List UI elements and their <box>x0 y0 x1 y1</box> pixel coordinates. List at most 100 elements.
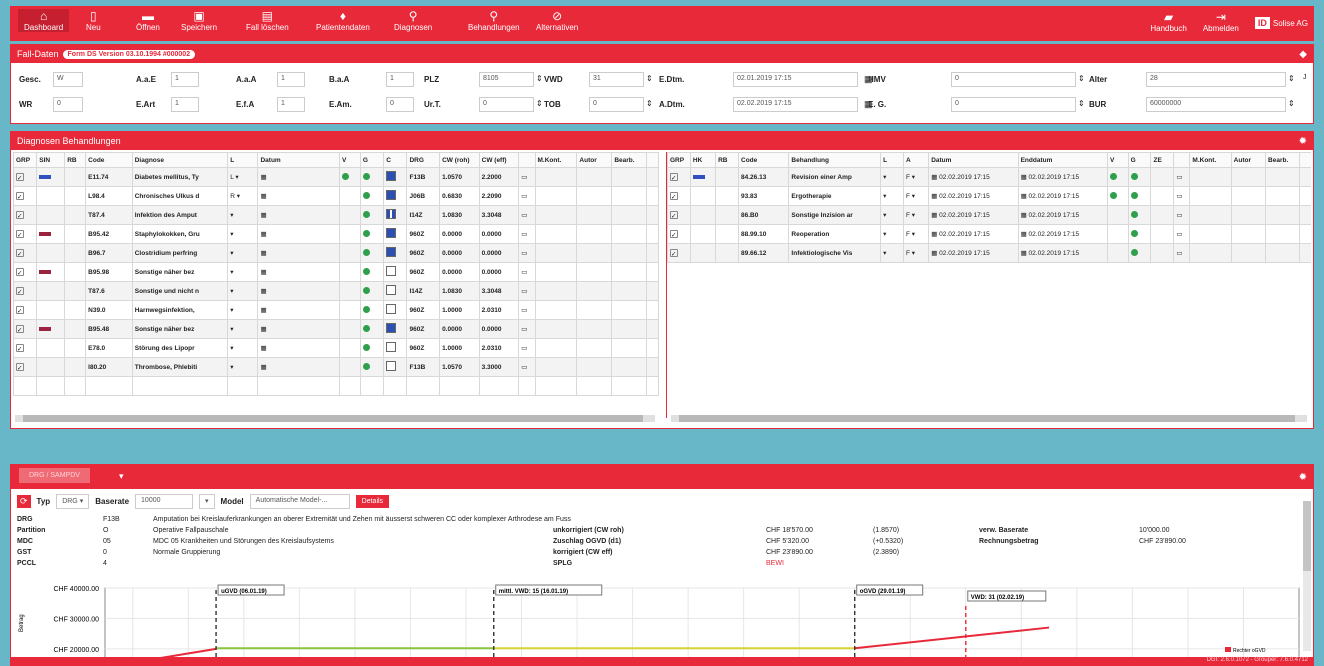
category-box[interactable] <box>386 361 397 371</box>
category-box[interactable] <box>386 190 397 200</box>
calendar-icon[interactable]: ▦ <box>260 364 266 371</box>
column-header[interactable]: RB <box>715 152 740 168</box>
diagnosis-row[interactable]: ✓ E78.0 Störung des Lipopr ▾ ▦ 960Z 1.0000 2.0… <box>13 338 659 358</box>
calendar-icon[interactable]: ▦ <box>260 269 266 276</box>
calendar-icon[interactable]: ▦ <box>931 193 937 200</box>
diagnosis-row[interactable]: ✓ T87.6 Sonstige und nicht n ▾ ▦ I14Z 1.0830 3… <box>13 281 659 301</box>
calendar-icon[interactable]: ▦ <box>1021 193 1027 200</box>
column-header[interactable]: CW (roh) <box>439 152 480 168</box>
comment-icon[interactable]: ▭ <box>521 231 527 238</box>
comment-icon[interactable]: ▭ <box>521 250 527 257</box>
field-input[interactable]: W <box>53 72 83 87</box>
column-header[interactable]: HK <box>689 152 717 168</box>
details-button[interactable]: Details <box>355 495 390 508</box>
calendar-icon[interactable]: ▦ <box>931 250 937 257</box>
add-tab-icon[interactable]: ▾ <box>119 471 124 482</box>
comment-icon[interactable]: ▭ <box>1176 174 1182 181</box>
calendar-icon[interactable]: ▦ <box>260 307 266 314</box>
column-header[interactable]: Behandlung <box>788 152 882 168</box>
checkbox[interactable]: ✓ <box>670 229 678 239</box>
column-header[interactable]: L <box>227 152 259 168</box>
baserate-dropdown-icon[interactable]: ▾ <box>199 494 215 509</box>
column-header[interactable]: L <box>880 152 904 168</box>
model-select[interactable]: Automatische Model-... <box>249 494 350 509</box>
field-input[interactable]: 1 <box>171 72 199 87</box>
column-header[interactable]: M.Kont. <box>1189 152 1232 168</box>
treatment-row[interactable]: ✓ 84.26.13 Revision einer Amp ▾ F ▾ ▦ 02.02.2… <box>667 167 1311 187</box>
checkbox[interactable]: ✓ <box>16 172 24 182</box>
checkbox[interactable]: ✓ <box>16 229 24 239</box>
column-header[interactable]: V <box>338 152 361 168</box>
calendar-icon[interactable]: ▦ <box>260 174 266 181</box>
column-header[interactable]: GRP <box>667 152 691 168</box>
comment-icon[interactable]: ▭ <box>1176 231 1182 238</box>
checkbox[interactable]: ✓ <box>670 191 678 201</box>
calendar-icon[interactable]: ▦ <box>260 326 266 333</box>
calendar-icon[interactable]: ▦ <box>1021 212 1027 219</box>
category-box[interactable] <box>386 342 397 352</box>
treatment-row[interactable]: ✓ 89.66.12 Infektiologische Vis ▾ F ▾ ▦ 02.02… <box>667 243 1311 263</box>
nav-save-button[interactable]: ▣ Speichern <box>175 9 223 32</box>
checkbox[interactable]: ✓ <box>16 343 24 353</box>
calendar-icon[interactable]: ▦ <box>260 193 266 200</box>
treatments-scrollbar[interactable] <box>671 415 1307 422</box>
checkbox[interactable]: ✓ <box>16 248 24 258</box>
comment-icon[interactable]: ▭ <box>1176 193 1182 200</box>
checkbox[interactable]: ✓ <box>16 362 24 372</box>
age-unit-select[interactable]: J <box>1303 74 1307 81</box>
type-select[interactable]: DRG ▾ <box>56 494 90 509</box>
field-input[interactable]: 02.01.2019 17:15 <box>733 72 858 87</box>
stepper-icon[interactable]: ⇕ <box>1078 74 1085 83</box>
checkbox[interactable]: ✓ <box>16 324 24 334</box>
comment-icon[interactable]: ▭ <box>521 345 527 352</box>
logout-button[interactable]: ⇥ Abmelden <box>1203 10 1239 33</box>
column-header[interactable]: G <box>359 152 385 168</box>
treatment-row[interactable]: ✓ 88.99.10 Reoperation ▾ F ▾ ▦ 02.02.2019 17:… <box>667 224 1311 244</box>
nav-search-button[interactable]: ⚲ Behandlungen <box>462 9 526 32</box>
field-input[interactable]: 0 <box>589 97 644 112</box>
diagnoses-scrollbar[interactable] <box>15 415 655 422</box>
category-box[interactable] <box>386 209 397 219</box>
checkbox[interactable]: ✓ <box>16 305 24 315</box>
field-input[interactable]: 1 <box>171 97 199 112</box>
refresh-icon[interactable]: ⟳ <box>17 495 31 508</box>
diagnosis-row[interactable]: ✓ T87.4 Infektion des Amput ▾ ▦ I14Z 1.0830 3.… <box>13 205 659 225</box>
nav-new-document-button[interactable]: ▯ Neu <box>80 9 107 32</box>
field-input[interactable]: 0 <box>479 97 534 112</box>
treatment-row[interactable]: ✓ 86.B0 Sonstige Inzision ar ▾ F ▾ ▦ 02.02.20… <box>667 205 1311 225</box>
column-header[interactable]: M.Kont. <box>534 152 578 168</box>
field-input[interactable]: 8105 <box>479 72 534 87</box>
calendar-icon[interactable]: ▦ <box>931 212 937 219</box>
comment-icon[interactable]: ▭ <box>521 212 527 219</box>
field-input[interactable]: 60000000 <box>1146 97 1286 112</box>
column-header[interactable]: DRG <box>406 152 441 168</box>
nav-person-button[interactable]: ♦ Patientendaten <box>310 9 376 32</box>
baserate-input[interactable]: 10000 <box>135 494 194 509</box>
settings-icon[interactable]: ✹ <box>1299 472 1307 483</box>
column-header[interactable] <box>1299 152 1311 168</box>
tag-icon[interactable]: ◆ <box>1299 49 1307 60</box>
comment-icon[interactable]: ▭ <box>521 174 527 181</box>
nav-trash-button[interactable]: ▤ Fall löschen <box>240 9 295 32</box>
checkbox[interactable]: ✓ <box>16 191 24 201</box>
calendar-icon[interactable]: ▦ <box>1021 174 1027 181</box>
calendar-icon[interactable]: ▦ <box>260 250 266 257</box>
checkbox[interactable]: ✓ <box>16 286 24 296</box>
calendar-icon[interactable]: ▦ <box>931 231 937 238</box>
settings-icon[interactable]: ✹ <box>1299 136 1307 147</box>
field-input[interactable]: 0 <box>951 97 1076 112</box>
comment-icon[interactable]: ▭ <box>1176 212 1182 219</box>
stepper-icon[interactable]: ⇕ <box>646 99 653 108</box>
column-header[interactable]: SIN <box>36 152 66 168</box>
treatment-row[interactable]: ✓ 93.83 Ergotherapie ▾ F ▾ ▦ 02.02.2019 17:15… <box>667 186 1311 206</box>
column-header[interactable]: Code <box>738 152 790 168</box>
column-header[interactable]: ZE <box>1150 152 1175 168</box>
diagnosis-row[interactable]: ✓ N39.0 Harnwegsinfektion, ▾ ▦ 960Z 1.0000 2.0… <box>13 300 659 320</box>
comment-icon[interactable]: ▭ <box>521 288 527 295</box>
column-header[interactable]: Enddatum <box>1017 152 1108 168</box>
column-header[interactable]: G <box>1127 152 1152 168</box>
checkbox[interactable]: ✓ <box>16 267 24 277</box>
field-input[interactable]: 1 <box>277 72 305 87</box>
field-input[interactable]: 0 <box>951 72 1076 87</box>
column-header[interactable]: CW (eff) <box>478 152 520 168</box>
